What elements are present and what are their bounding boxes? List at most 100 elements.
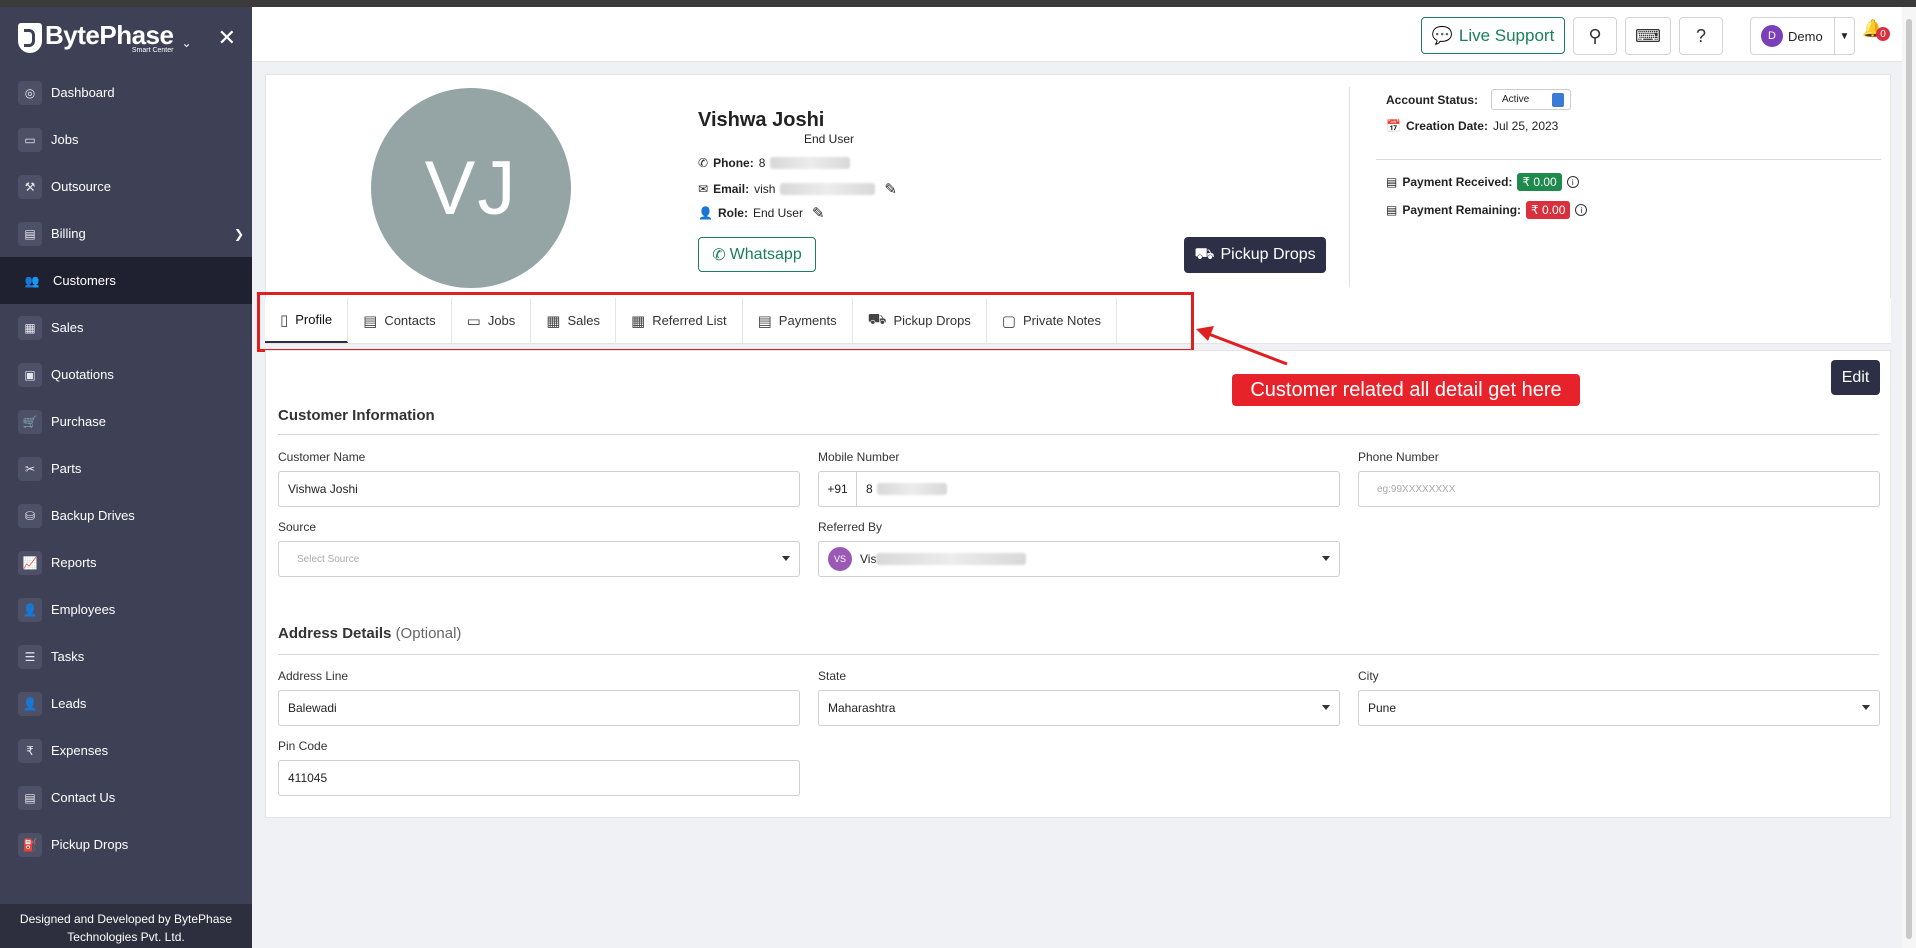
profile-card: VJ Vishwa Joshi End User ✆ Phone: 8 ✉ Em…: [265, 74, 1891, 299]
account-status-toggle[interactable]: Active: [1491, 89, 1572, 110]
customer-name-input[interactable]: Vishwa Joshi: [278, 471, 800, 507]
sidebar-item-pickup-drops[interactable]: ⛽ Pickup Drops: [0, 821, 252, 868]
chevron-down-icon[interactable]: ⌄: [181, 36, 191, 50]
address-optional-label: (Optional): [395, 625, 462, 642]
tab-contacts[interactable]: ▤ Contacts: [348, 298, 452, 343]
tab-referred-list[interactable]: ▦ Referred List: [616, 298, 743, 343]
phone-number-input[interactable]: eg:99XXXXXXXX: [1358, 471, 1880, 507]
redacted-blur: [876, 483, 947, 495]
phone-label: Phone:: [713, 156, 754, 170]
mobile-number-input[interactable]: +91 8: [818, 471, 1340, 507]
vertical-divider: [1349, 87, 1350, 287]
footer-line-2: Technologies Pvt. Ltd.: [67, 930, 185, 944]
leads-icon: 👤: [18, 691, 42, 716]
top-header: 💬 Live Support ⚲ ⌨ ? D Demo ▼ 🔔 0: [252, 7, 1902, 62]
live-support-button[interactable]: 💬 Live Support: [1421, 17, 1565, 54]
sidebar-item-employees[interactable]: 👤 Employees: [0, 586, 252, 633]
email-row: ✉ Email: vish ✎: [698, 180, 897, 198]
pin-code-input[interactable]: 411045: [278, 760, 800, 796]
sidebar-item-purchase[interactable]: 🛒 Purchase: [0, 398, 252, 445]
country-code-prefix: +91: [819, 472, 857, 506]
edit-email-icon[interactable]: ✎: [884, 180, 897, 198]
card-icon: ▤: [1386, 203, 1398, 217]
tab-private-notes[interactable]: ▢ Private Notes: [987, 298, 1118, 343]
payment-remaining-label: Payment Remaining:: [1402, 203, 1522, 217]
chevron-right-icon: ❯: [233, 226, 244, 241]
sidebar-item-tasks[interactable]: ☰ Tasks: [0, 633, 252, 680]
sidebar-item-label: Quotations: [51, 367, 114, 382]
tab-profile[interactable]: ▯ Profile: [265, 298, 349, 343]
contacts-tab-icon: ▤: [363, 312, 378, 330]
help-button[interactable]: ?: [1679, 17, 1723, 55]
creation-date-value: Jul 25, 2023: [1492, 119, 1559, 133]
tab-pickup-drops[interactable]: ⛟ Pickup Drops: [853, 298, 987, 343]
whatsapp-button[interactable]: ✆ Whatsapp: [698, 237, 816, 272]
referrer-avatar: VS: [828, 547, 852, 571]
jobs-icon: ▭: [18, 127, 42, 152]
sidebar-item-label: Expenses: [51, 743, 109, 758]
sidebar-item-quotations[interactable]: ▣ Quotations: [0, 351, 252, 398]
page-scrollbar[interactable]: [1902, 7, 1916, 948]
tab-label: Pickup Drops: [893, 313, 971, 328]
brand[interactable]: BytePhase Smart Center ⌄ ✕: [0, 7, 252, 69]
close-sidebar-icon[interactable]: ✕: [218, 27, 236, 49]
sidebar-item-contact-us[interactable]: ▤ Contact Us: [0, 774, 252, 821]
pickup-drops-button[interactable]: ⛟ Pickup Drops: [1184, 237, 1326, 273]
tab-jobs[interactable]: ▭ Jobs: [452, 298, 532, 343]
source-select[interactable]: Select Source: [278, 541, 800, 577]
sidebar-item-customers[interactable]: 👥 Customers: [0, 257, 252, 304]
edit-role-icon[interactable]: ✎: [812, 204, 825, 222]
sidebar-item-label: Contact Us: [51, 790, 116, 805]
payment-received-label: Payment Received:: [1402, 175, 1513, 189]
live-support-label: Live Support: [1458, 25, 1555, 45]
caret-down-icon[interactable]: ▼: [1834, 18, 1854, 54]
customer-avatar: VJ: [371, 88, 571, 288]
search-button[interactable]: ⚲: [1573, 17, 1617, 55]
customer-detail-card: Edit Customer Information Customer Name …: [265, 350, 1891, 818]
source-label: Source: [278, 520, 317, 534]
role-label: Role:: [717, 206, 748, 220]
sidebar-item-label: Tasks: [51, 649, 85, 664]
whatsapp-icon: ✆: [712, 246, 726, 264]
section-divider: [278, 654, 1879, 655]
tab-label: Private Notes: [1022, 313, 1102, 328]
sidebar-item-outsource[interactable]: ⚒ Outsource: [0, 163, 252, 210]
sidebar-item-sales[interactable]: ▦ Sales: [0, 304, 252, 351]
redacted-blur: [876, 553, 1027, 565]
edit-button[interactable]: Edit: [1831, 360, 1880, 395]
sidebar: BytePhase Smart Center ⌄ ✕ ◎ Dashboard ▭ Jo…: [0, 7, 252, 948]
sidebar-item-reports[interactable]: 📈 Reports: [0, 539, 252, 586]
info-icon[interactable]: i: [1575, 204, 1588, 216]
referred-by-select[interactable]: VS Vis: [818, 541, 1340, 577]
caret-down-icon: [1322, 705, 1330, 710]
state-select[interactable]: Maharashtra: [818, 690, 1340, 726]
address-details-title: Address Details (Optional): [278, 625, 461, 642]
sidebar-item-parts[interactable]: ✂ Parts: [0, 445, 252, 492]
pickup-drops-icon: ⛽: [18, 832, 42, 857]
address-line-input[interactable]: Balewadi: [278, 690, 800, 726]
sidebar-item-leads[interactable]: 👤 Leads: [0, 680, 252, 727]
email-label: Email:: [713, 182, 750, 196]
billing-icon: ▤: [18, 221, 42, 246]
caret-down-icon: [1322, 556, 1330, 561]
contact-us-icon: ▤: [18, 785, 42, 810]
city-select[interactable]: Pune: [1358, 690, 1880, 726]
payment-remaining-row: ▤ Payment Remaining: ₹ 0.00 i: [1386, 201, 1588, 219]
sidebar-item-expenses[interactable]: ₹ Expenses: [0, 727, 252, 774]
sidebar-item-jobs[interactable]: ▭ Jobs: [0, 116, 252, 163]
info-icon[interactable]: i: [1566, 176, 1579, 188]
user-avatar: D: [1761, 25, 1783, 47]
creation-date-row: 📅 Creation Date: Jul 25, 2023: [1386, 119, 1558, 133]
email-value: vish: [754, 182, 776, 196]
user-menu[interactable]: D Demo ▼: [1750, 17, 1855, 55]
sidebar-item-backup-drives[interactable]: ⛁ Backup Drives: [0, 492, 252, 539]
sidebar-item-dashboard[interactable]: ◎ Dashboard: [0, 69, 252, 116]
tab-sales[interactable]: ▦ Sales: [531, 298, 616, 343]
sidebar-item-billing[interactable]: ▤ Billing ❯: [0, 210, 252, 257]
search-icon: ⚲: [1588, 25, 1602, 46]
sidebar-nav: ◎ Dashboard ▭ Jobs ⚒ Outsource ▤ Billing ❯ 👥 Custo…: [0, 69, 252, 868]
caret-down-icon: [1862, 705, 1870, 710]
referred-by-value: Vis: [860, 552, 877, 566]
tab-payments[interactable]: ▤ Payments: [743, 298, 853, 343]
keyboard-shortcuts-button[interactable]: ⌨: [1625, 17, 1671, 55]
